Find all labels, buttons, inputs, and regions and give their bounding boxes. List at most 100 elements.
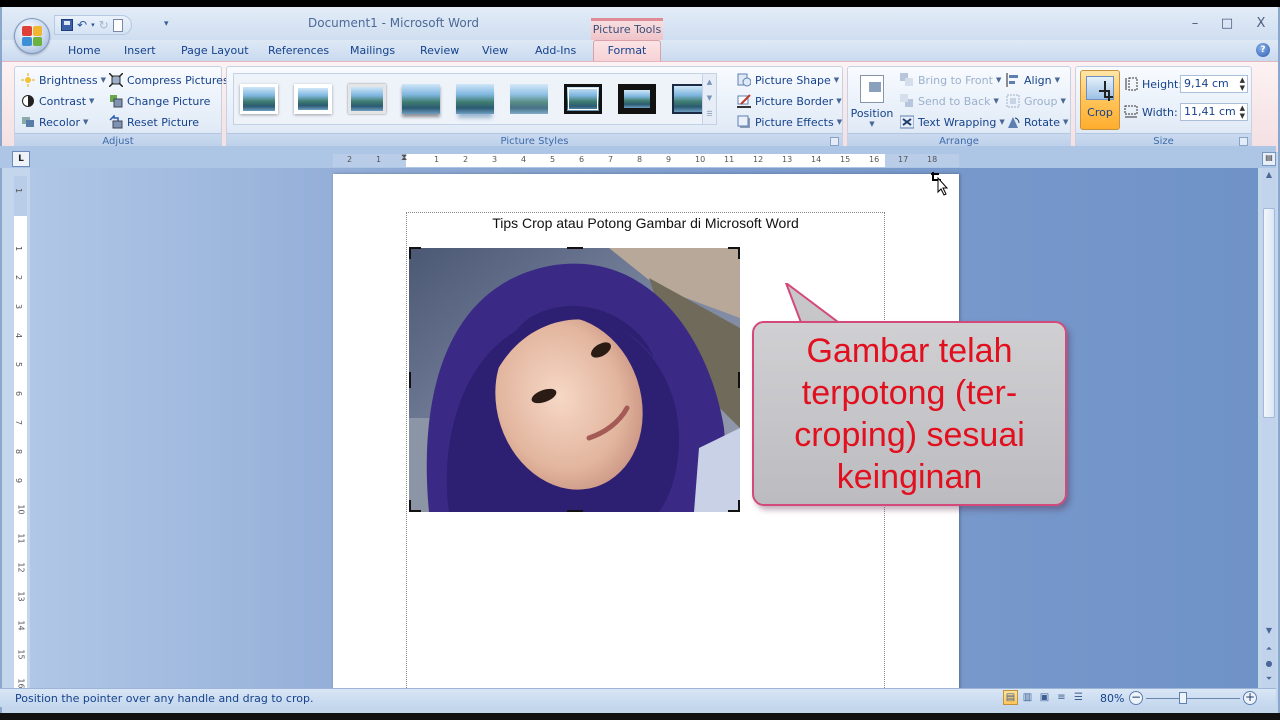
crop-handle-top-right[interactable] bbox=[728, 247, 740, 259]
cropped-picture[interactable] bbox=[409, 248, 740, 512]
reset-picture-label: Reset Picture bbox=[127, 115, 200, 129]
new-document-icon[interactable] bbox=[112, 18, 123, 32]
tab-format[interactable]: Format bbox=[593, 40, 661, 62]
zoom-in-button[interactable]: + bbox=[1243, 691, 1257, 705]
gallery-up-icon[interactable]: ▲ bbox=[703, 74, 716, 90]
ruler-tick-label: 10 bbox=[695, 155, 706, 164]
tab-page-layout[interactable]: Page Layout bbox=[181, 44, 249, 57]
height-icon bbox=[1124, 77, 1138, 91]
undo-dropdown-icon[interactable]: ▾ bbox=[91, 18, 95, 32]
view-ruler-button[interactable]: ▤ bbox=[1262, 152, 1276, 166]
picture-style-option[interactable] bbox=[402, 84, 440, 114]
brightness-icon bbox=[21, 73, 35, 87]
text-wrapping-button[interactable]: Text Wrapping ▼ bbox=[899, 113, 1005, 131]
undo-icon[interactable]: ↶ bbox=[77, 18, 87, 32]
crop-handle-top[interactable] bbox=[567, 247, 583, 250]
tab-home[interactable]: Home bbox=[68, 44, 100, 57]
minimize-button[interactable]: – bbox=[1180, 16, 1210, 31]
ruler-tick-label: 8 bbox=[637, 155, 643, 164]
scroll-thumb[interactable] bbox=[1263, 208, 1275, 418]
change-picture-button[interactable]: Change Picture bbox=[109, 92, 210, 110]
ruler-tick-label: 17 bbox=[898, 155, 909, 164]
bring-to-front-button[interactable]: Bring to Front ▼ bbox=[900, 71, 1001, 89]
tab-view[interactable]: View bbox=[482, 44, 508, 57]
tab-add-ins[interactable]: Add-Ins bbox=[535, 44, 576, 57]
web-layout-icon[interactable]: ▣ bbox=[1037, 690, 1052, 705]
window-title: Document1 - Microsoft Word bbox=[308, 16, 480, 30]
print-layout-icon[interactable]: ▤ bbox=[1003, 690, 1018, 705]
tab-review[interactable]: Review bbox=[420, 44, 459, 57]
zoom-out-button[interactable]: − bbox=[1129, 691, 1143, 705]
crop-handle-top-left[interactable] bbox=[409, 247, 421, 259]
height-input[interactable]: 9,14 cm ▲ ▼ bbox=[1180, 75, 1248, 93]
reset-picture-button[interactable]: Reset Picture bbox=[109, 113, 199, 131]
callout-annotation[interactable]: Gambar telah terpotong (ter-croping) ses… bbox=[752, 321, 1067, 506]
draft-icon[interactable]: ☰ bbox=[1071, 690, 1086, 705]
tab-mailings[interactable]: Mailings bbox=[350, 44, 395, 57]
zoom-slider-track[interactable] bbox=[1146, 698, 1240, 699]
next-page-icon[interactable]: ⏷ bbox=[1262, 672, 1276, 686]
ruler-tick-label: 11 bbox=[16, 533, 26, 544]
picture-border-button[interactable]: Picture Border ▼ bbox=[737, 92, 842, 110]
crop-handle-right[interactable] bbox=[737, 372, 740, 388]
ruler-tick-label: 10 bbox=[16, 504, 26, 515]
zoom-slider-thumb[interactable] bbox=[1179, 692, 1187, 704]
recolor-button[interactable]: Recolor ▼ bbox=[21, 113, 88, 131]
send-to-back-button[interactable]: Send to Back ▼ bbox=[900, 92, 999, 110]
height-spinner[interactable]: ▲ ▼ bbox=[1240, 76, 1245, 92]
picture-style-option[interactable] bbox=[294, 84, 332, 114]
rotate-button[interactable]: Rotate ▼ bbox=[1006, 113, 1068, 131]
tab-references[interactable]: References bbox=[268, 44, 329, 57]
horizontal-ruler[interactable]: 2 1 1 2 3 4 5 6 7 8 9 10 11 12 13 14 15 16 17 18 bbox=[333, 154, 959, 167]
tab-selector[interactable]: L bbox=[12, 151, 30, 167]
vertical-ruler[interactable]: 1 1 2 3 4 5 6 7 8 9 10 11 12 13 14 15 16 bbox=[14, 176, 27, 688]
browse-object-icon[interactable]: ● bbox=[1262, 657, 1276, 671]
gallery-scroll[interactable]: ▲ ▼ ☰ bbox=[702, 74, 716, 124]
picture-shape-button[interactable]: Picture Shape ▼ bbox=[737, 71, 839, 89]
help-icon[interactable]: ? bbox=[1256, 43, 1270, 57]
maximize-button[interactable]: □ bbox=[1212, 16, 1242, 31]
brightness-button[interactable]: Brightness ▼ bbox=[21, 71, 106, 89]
size-launcher-icon[interactable] bbox=[1239, 137, 1248, 146]
save-icon[interactable] bbox=[61, 19, 73, 31]
vertical-scrollbar[interactable]: ▲ ▼ ⏶ ● ⏷ bbox=[1262, 168, 1276, 688]
indent-marker-icon[interactable]: ⧗ bbox=[401, 153, 411, 168]
position-button[interactable]: Position ▼ bbox=[850, 71, 894, 133]
crop-handle-bottom-left[interactable] bbox=[409, 500, 421, 512]
align-button[interactable]: Align ▼ bbox=[1006, 71, 1060, 89]
crop-handle-left[interactable] bbox=[409, 372, 412, 388]
gallery-more-icon[interactable]: ☰ bbox=[703, 106, 716, 122]
outline-icon[interactable]: ≡ bbox=[1054, 690, 1069, 705]
picture-effects-button[interactable]: Picture Effects ▼ bbox=[737, 113, 842, 131]
document-heading[interactable]: Tips Crop atau Potong Gambar di Microsof… bbox=[406, 215, 885, 231]
width-spinner[interactable]: ▲ ▼ bbox=[1240, 104, 1245, 120]
scroll-down-icon[interactable]: ▼ bbox=[1262, 624, 1276, 638]
zoom-level[interactable]: 80% bbox=[1100, 692, 1124, 705]
contrast-button[interactable]: Contrast ▼ bbox=[21, 92, 94, 110]
crop-handle-bottom-right[interactable] bbox=[728, 500, 740, 512]
group-button[interactable]: Group ▼ bbox=[1006, 92, 1066, 110]
picture-border-icon bbox=[737, 94, 751, 108]
redo-icon[interactable]: ↻ bbox=[99, 18, 109, 32]
picture-style-option[interactable] bbox=[618, 84, 656, 114]
picture-style-option[interactable] bbox=[456, 84, 494, 114]
crop-button[interactable]: Crop bbox=[1080, 70, 1120, 130]
previous-page-icon[interactable]: ⏶ bbox=[1262, 642, 1276, 656]
gallery-down-icon[interactable]: ▼ bbox=[703, 90, 716, 106]
width-input[interactable]: 11,41 cm ▲ ▼ bbox=[1180, 103, 1248, 121]
picture-style-option[interactable] bbox=[564, 84, 602, 114]
picture-style-option[interactable] bbox=[510, 84, 548, 114]
ruler-tick-label: 15 bbox=[840, 155, 851, 164]
picture-style-option[interactable] bbox=[348, 84, 386, 114]
position-label: Position bbox=[850, 107, 894, 120]
customize-qat-icon[interactable]: ▾ bbox=[164, 19, 169, 29]
full-screen-reading-icon[interactable]: ▥ bbox=[1020, 690, 1035, 705]
picture-styles-launcher-icon[interactable] bbox=[830, 137, 839, 146]
crop-handle-bottom[interactable] bbox=[567, 509, 583, 512]
tab-insert[interactable]: Insert bbox=[124, 44, 156, 57]
scroll-up-icon[interactable]: ▲ bbox=[1262, 168, 1276, 182]
compress-pictures-button[interactable]: Compress Pictures bbox=[108, 71, 229, 89]
close-button[interactable]: X bbox=[1246, 16, 1276, 31]
office-button[interactable] bbox=[14, 18, 50, 54]
picture-style-option[interactable] bbox=[240, 84, 278, 114]
